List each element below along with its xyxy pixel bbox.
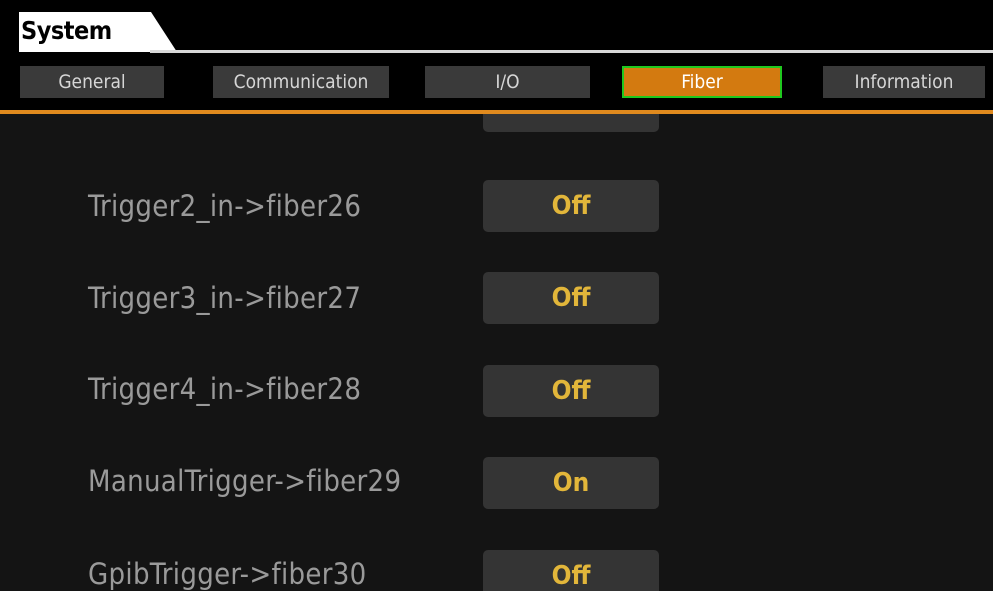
title-bar: System [0, 0, 993, 56]
toggle-trigger4-fiber28[interactable]: Off [483, 365, 659, 417]
system-title-tab: System [19, 12, 177, 52]
scrolled-toggle-partial[interactable] [483, 114, 659, 132]
toggle-manualtrigger-fiber29[interactable]: On [483, 457, 659, 509]
title-underline [150, 50, 993, 53]
setting-label: Trigger3_in->fiber27 [88, 281, 362, 315]
tab-bar: General Communication I/O Fiber Informat… [0, 56, 993, 112]
setting-label: GpibTrigger->fiber30 [88, 557, 367, 591]
toggle-gpibtrigger-fiber30[interactable]: Off [483, 550, 659, 591]
fiber-settings-list: Trigger2_in->fiber26 Off Trigger3_in->fi… [0, 114, 993, 591]
setting-label: Trigger2_in->fiber26 [88, 189, 362, 223]
tab-fiber[interactable]: Fiber [622, 66, 782, 98]
tab-general[interactable]: General [20, 66, 164, 98]
page-title: System [21, 16, 112, 45]
tab-communication[interactable]: Communication [213, 66, 389, 98]
setting-label: ManualTrigger->fiber29 [88, 464, 402, 498]
setting-label: Trigger4_in->fiber28 [88, 372, 362, 406]
toggle-trigger2-fiber26[interactable]: Off [483, 180, 659, 232]
tab-information[interactable]: Information [823, 66, 985, 98]
tab-io[interactable]: I/O [425, 66, 590, 98]
toggle-trigger3-fiber27[interactable]: Off [483, 272, 659, 324]
